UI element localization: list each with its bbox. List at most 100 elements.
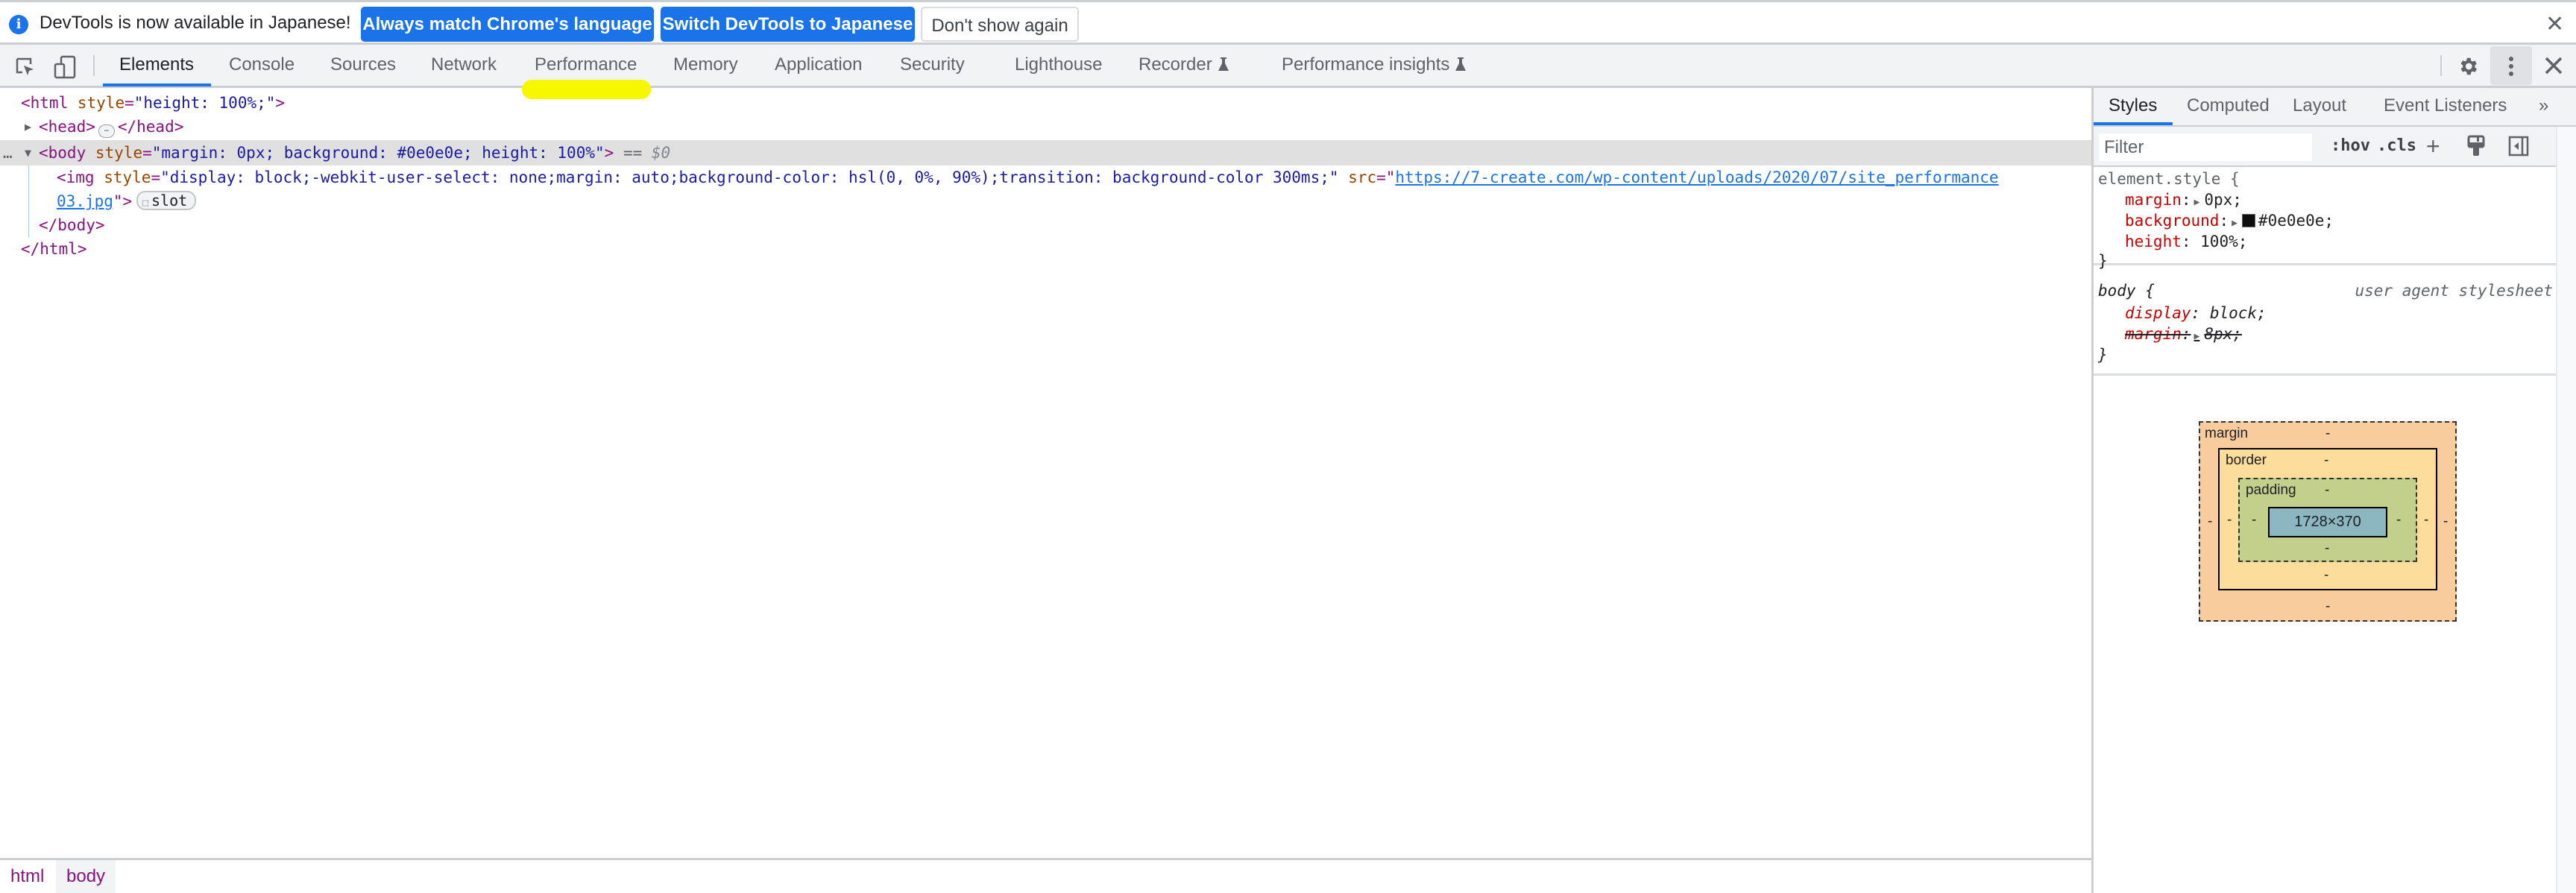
- tab-network[interactable]: Network: [431, 54, 497, 75]
- tab-computed[interactable]: Computed: [2187, 95, 2270, 116]
- image-src-link[interactable]: https://7-create.com/wp-content/uploads/…: [1395, 168, 1998, 186]
- tab-application[interactable]: Application: [775, 54, 862, 75]
- margin-label: margin: [2205, 426, 2249, 441]
- tag-close: </head>: [117, 118, 184, 136]
- close-icon[interactable]: [2544, 56, 2563, 79]
- active-tab-indicator: [2094, 122, 2173, 125]
- tag-name: <html: [21, 94, 69, 112]
- plus-icon[interactable]: +: [2426, 133, 2440, 160]
- more-vertical-icon[interactable]: [2507, 55, 2516, 81]
- info-icon: i: [9, 15, 28, 34]
- dom-node-body-close[interactable]: </body>: [0, 213, 2091, 237]
- padding-label: padding: [2246, 482, 2296, 498]
- collapsed-children-badge[interactable]: …: [98, 124, 115, 138]
- experiment-flask-icon: [1218, 56, 1229, 77]
- border-right-value[interactable]: -: [2424, 512, 2428, 528]
- device-toolbar-icon[interactable]: [54, 55, 76, 83]
- chevron-double-right-icon[interactable]: »: [2539, 95, 2548, 116]
- dont-show-again-button[interactable]: Don't show again: [921, 7, 1079, 42]
- always-match-language-button[interactable]: Always match Chrome's language: [361, 7, 654, 42]
- margin-left-value[interactable]: -: [2208, 514, 2212, 530]
- class-toggle[interactable]: .cls: [2377, 136, 2416, 155]
- padding-right-value[interactable]: -: [2396, 512, 2401, 528]
- property-name: display: [2125, 304, 2191, 322]
- attribute-name: style: [95, 144, 143, 162]
- dom-node-head[interactable]: ▶ <head>… </head>: [0, 115, 2091, 139]
- tag-name: <img: [57, 168, 95, 186]
- close-icon[interactable]: ✕: [2545, 11, 2564, 37]
- tab-layout[interactable]: Layout: [2293, 95, 2346, 116]
- dom-node-img[interactable]: <img style="display: block;-webkit-user-…: [0, 165, 2091, 189]
- box-model-content-size[interactable]: 1728×370: [2268, 507, 2387, 537]
- tab-elements[interactable]: Elements: [119, 54, 194, 75]
- tab-performance[interactable]: Performance: [535, 54, 637, 75]
- property-value[interactable]: 0px;: [2204, 191, 2242, 209]
- style-property-margin[interactable]: margin: ▶ 0px;: [2125, 189, 2242, 210]
- expand-triangle-icon[interactable]: ▶: [2194, 331, 2200, 342]
- expand-triangle-icon[interactable]: ▶: [25, 115, 31, 139]
- border-bottom-value[interactable]: -: [2324, 567, 2328, 584]
- attribute-name: src: [1348, 168, 1377, 186]
- breadcrumb-html[interactable]: html: [0, 860, 54, 893]
- padding-top-value[interactable]: -: [2325, 482, 2329, 499]
- tab-memory[interactable]: Memory: [673, 54, 738, 75]
- tab-performance-insights[interactable]: Performance insights: [1282, 54, 1467, 77]
- dom-node-body-selected[interactable]: … ▼ <body style="margin: 0px; background…: [0, 140, 2091, 165]
- tab-event-listeners[interactable]: Event Listeners: [2384, 95, 2507, 116]
- console-ref: $0: [651, 144, 671, 162]
- tag-close: >: [275, 94, 286, 112]
- property-value[interactable]: 100%;: [2200, 233, 2247, 250]
- inspect-element-icon[interactable]: [15, 57, 36, 81]
- margin-top-value[interactable]: -: [2325, 426, 2330, 442]
- element-style-rule: element.style { margin: ▶ 0px; background:…: [2094, 167, 2556, 270]
- tag-name: <head>: [39, 118, 95, 136]
- equals-marker: ==: [623, 144, 643, 162]
- breadcrumb-body[interactable]: body: [56, 860, 116, 893]
- styles-filter-input[interactable]: [2099, 133, 2312, 161]
- border-left-value[interactable]: -: [2227, 512, 2232, 528]
- border-top-value[interactable]: -: [2324, 452, 2328, 469]
- collapse-triangle-icon[interactable]: ▼: [25, 140, 31, 165]
- image-src-link[interactable]: 03.jpg: [57, 192, 113, 210]
- tab-security[interactable]: Security: [900, 54, 965, 75]
- property-name[interactable]: margin: [2125, 191, 2182, 209]
- dom-node-html-close[interactable]: </html>: [0, 237, 2091, 261]
- tab-recorder[interactable]: Recorder: [1139, 54, 1229, 77]
- dom-node-html[interactable]: <html style="height: 100%;">: [0, 91, 2091, 115]
- hover-state-toggle[interactable]: :hov: [2331, 136, 2370, 155]
- switch-to-japanese-button[interactable]: Switch DevTools to Japanese: [661, 7, 915, 42]
- gear-icon[interactable]: [2457, 55, 2479, 81]
- styles-toolbar: :hov .cls +: [2094, 127, 2556, 167]
- sidebar-tabs: Styles Computed Layout Event Listeners »: [2094, 88, 2576, 127]
- toggle-sidebar-icon[interactable]: [2508, 136, 2529, 161]
- color-swatch[interactable]: [2241, 214, 2255, 227]
- expand-triangle-icon[interactable]: ▶: [2232, 218, 2238, 229]
- reveal-icon: ⬚: [142, 198, 148, 209]
- expand-triangle-icon[interactable]: ▶: [2194, 197, 2200, 208]
- padding-left-value[interactable]: -: [2252, 512, 2256, 528]
- node-actions-dots[interactable]: …: [3, 140, 13, 165]
- sidebar-scrollbar[interactable]: [2556, 127, 2576, 893]
- rule-selector[interactable]: element.style {: [2098, 168, 2240, 189]
- style-property-background[interactable]: background: ▶ #0e0e0e;: [2125, 210, 2334, 231]
- margin-bottom-value[interactable]: -: [2325, 599, 2330, 615]
- dom-node-img-continued[interactable]: 03.jpg"> ⬚ slot: [0, 189, 2091, 213]
- attribute-value: "display: block;-webkit-user-select: non…: [160, 168, 1339, 186]
- margin-right-value[interactable]: -: [2443, 514, 2448, 530]
- tab-styles[interactable]: Styles: [2109, 95, 2157, 116]
- property-name[interactable]: background: [2125, 212, 2219, 230]
- attribute-name: style: [104, 168, 151, 186]
- tab-console[interactable]: Console: [229, 54, 295, 75]
- property-value[interactable]: #0e0e0e;: [2258, 212, 2334, 230]
- tab-recorder-label: Recorder: [1139, 54, 1212, 75]
- border-label: border: [2226, 452, 2267, 468]
- style-property-height[interactable]: height: 100%;: [2125, 231, 2247, 252]
- padding-bottom-value[interactable]: -: [2325, 540, 2329, 557]
- quote: ": [1385, 168, 1396, 186]
- tab-sources[interactable]: Sources: [330, 54, 396, 75]
- property-name[interactable]: height: [2125, 233, 2182, 250]
- tab-lighthouse[interactable]: Lighthouse: [1015, 54, 1102, 75]
- paint-brush-icon[interactable]: [2467, 135, 2485, 162]
- body-user-agent-rule: body { user agent stylesheet display: bl…: [2094, 274, 2556, 376]
- slot-badge[interactable]: ⬚ slot: [136, 191, 197, 210]
